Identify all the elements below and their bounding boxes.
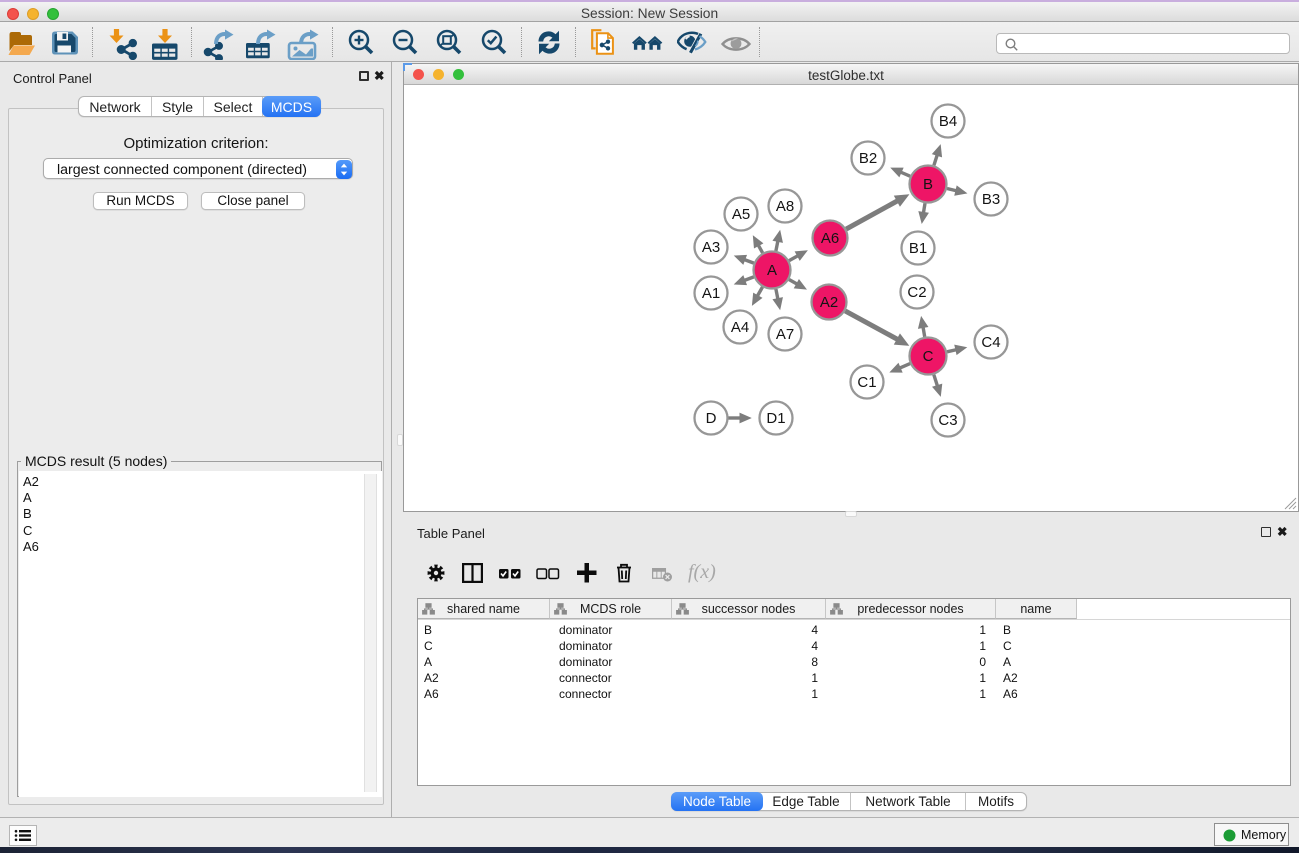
svg-text:B4: B4: [939, 113, 957, 130]
svg-text:C3: C3: [938, 412, 957, 429]
svg-text:A: A: [767, 262, 777, 279]
svg-text:A6: A6: [821, 230, 839, 247]
svg-text:A2: A2: [820, 294, 838, 311]
svg-text:A4: A4: [731, 319, 749, 336]
svg-text:A5: A5: [732, 206, 750, 223]
svg-text:A3: A3: [702, 239, 720, 256]
svg-text:B1: B1: [909, 240, 927, 257]
svg-text:D: D: [706, 410, 717, 427]
svg-text:B3: B3: [982, 191, 1000, 208]
svg-text:C4: C4: [981, 334, 1000, 351]
svg-text:B: B: [923, 176, 933, 193]
svg-text:B2: B2: [859, 150, 877, 167]
svg-text:C: C: [923, 348, 934, 365]
svg-text:C2: C2: [907, 284, 926, 301]
svg-text:A1: A1: [702, 285, 720, 302]
svg-text:D1: D1: [766, 410, 785, 427]
svg-text:A8: A8: [776, 198, 794, 215]
svg-text:C1: C1: [857, 374, 876, 391]
svg-text:A7: A7: [776, 326, 794, 343]
